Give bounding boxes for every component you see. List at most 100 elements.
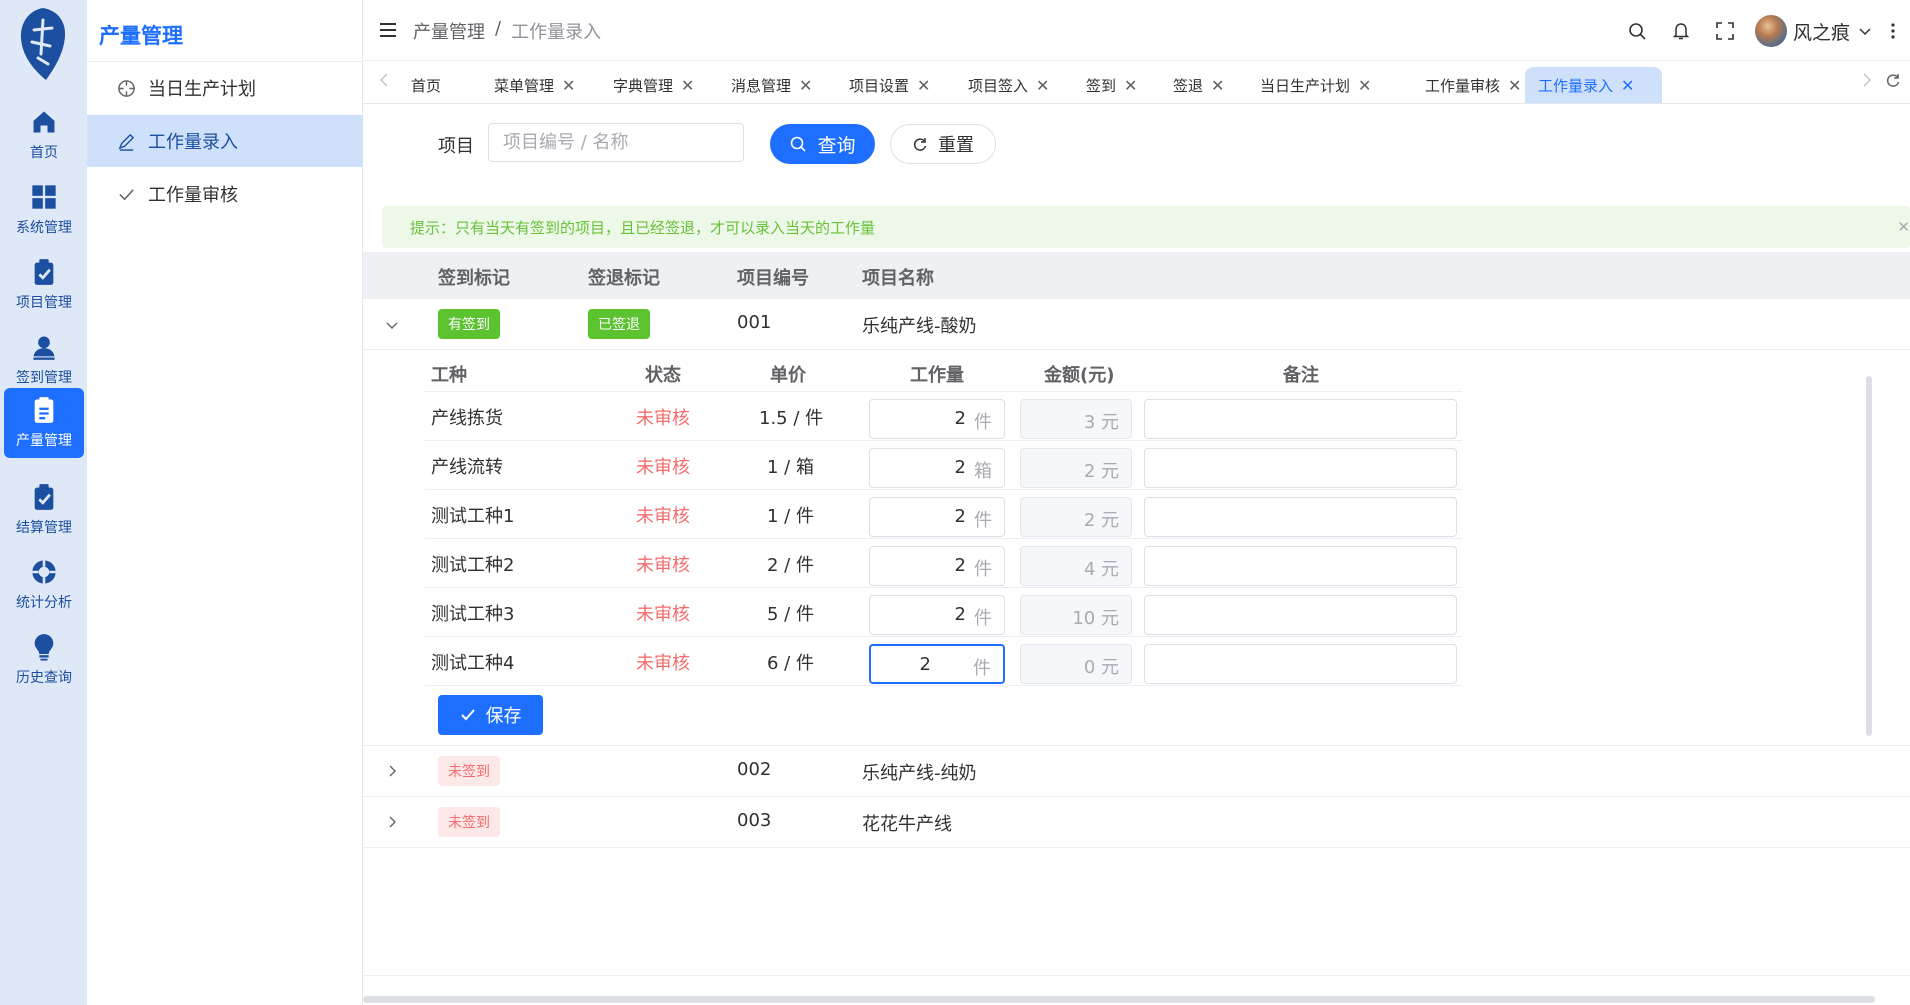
checkin-tag: 未签到 — [438, 756, 500, 786]
tab-home[interactable]: 首页 — [398, 67, 454, 103]
remark-input[interactable] — [1144, 644, 1457, 684]
chevron-right-icon[interactable] — [385, 815, 399, 829]
tab-checkin[interactable]: 签到 ✕ — [1073, 67, 1150, 103]
save-button[interactable]: 保存 — [438, 695, 543, 735]
remark-input[interactable] — [1144, 497, 1457, 537]
rail-item-label: 产量管理 — [16, 433, 72, 449]
rail-item-settlement[interactable]: 结算管理 — [4, 475, 84, 545]
detail-row: 产线拣货 未审核 1.5 / 件 2件 3 元 — [425, 392, 1462, 441]
workload-input[interactable]: 2件 — [869, 644, 1005, 684]
chevron-down-icon[interactable] — [1858, 24, 1872, 38]
tab-workload-review[interactable]: 工作量审核 ✕ — [1412, 67, 1534, 103]
close-icon[interactable]: ✕ — [1124, 76, 1137, 95]
rail-item-label: 系统管理 — [16, 220, 72, 236]
close-icon[interactable]: ✕ — [562, 76, 575, 95]
workload-input[interactable]: 2件 — [869, 497, 1005, 537]
rail-item-label: 结算管理 — [16, 520, 72, 536]
close-icon[interactable]: ✕ — [681, 76, 694, 95]
table-row[interactable]: 有签到 已签退 001 乐纯产线-酸奶 — [363, 299, 1910, 350]
close-icon[interactable]: ✕ — [1621, 76, 1634, 95]
tab-daily-plan[interactable]: 当日生产计划 ✕ — [1247, 67, 1384, 103]
table-row[interactable]: 未签到 002 乐纯产线-纯奶 — [363, 746, 1910, 797]
username[interactable]: 风之痕 — [1793, 18, 1850, 45]
table-row[interactable]: 未签到 003 花花牛产线 — [363, 797, 1910, 848]
scrollbar[interactable] — [1866, 376, 1872, 736]
workload-input[interactable]: 2件 — [869, 546, 1005, 586]
tab-label: 字典管理 — [613, 76, 674, 95]
chevron-right-icon[interactable] — [1860, 72, 1874, 88]
rail-item-checkin[interactable]: 签到管理 — [4, 325, 84, 395]
rail-item-analytics[interactable]: 统计分析 — [4, 550, 84, 620]
submenu-item-daily-plan[interactable]: 当日生产计划 — [87, 62, 363, 114]
work-type: 测试工种3 — [431, 604, 515, 625]
close-icon[interactable]: ✕ — [1036, 76, 1049, 95]
chevron-left-icon[interactable] — [377, 72, 391, 88]
remark-input[interactable] — [1144, 399, 1457, 439]
workload-input[interactable]: 2件 — [869, 595, 1005, 635]
workload-value: 2 — [954, 555, 966, 576]
workload-value: 2 — [919, 654, 931, 675]
chevron-down-icon[interactable] — [385, 318, 399, 332]
tab-label: 当日生产计划 — [1260, 76, 1351, 95]
tab-project-checkin[interactable]: 项目签入 ✕ — [955, 67, 1062, 103]
project-code: 003 — [737, 810, 772, 831]
workload-input[interactable]: 2件 — [869, 399, 1005, 439]
close-icon[interactable]: ✕ — [1211, 76, 1224, 95]
close-icon[interactable]: ✕ — [799, 76, 812, 95]
tab-checkout[interactable]: 签退 ✕ — [1160, 67, 1237, 103]
search-icon — [791, 136, 807, 152]
remark-input[interactable] — [1144, 595, 1457, 635]
unit-price: 1 / 件 — [767, 506, 814, 527]
work-type: 测试工种4 — [431, 653, 515, 674]
close-icon[interactable]: ✕ — [1897, 218, 1910, 236]
breadcrumb-item[interactable]: 产量管理 — [413, 18, 485, 44]
workload-unit: 件 — [974, 412, 992, 433]
reset-button[interactable]: 重置 — [890, 124, 996, 164]
bell-icon[interactable] — [1671, 21, 1691, 41]
remark-input[interactable] — [1144, 546, 1457, 586]
project-filter-label: 项目 — [438, 136, 474, 157]
close-icon[interactable]: ✕ — [917, 76, 930, 95]
fullscreen-icon[interactable] — [1715, 21, 1735, 41]
column-header: 项目编号 — [737, 268, 809, 289]
column-header: 备注 — [1283, 365, 1319, 386]
work-type: 测试工种1 — [431, 506, 515, 527]
rail-item-system[interactable]: 系统管理 — [4, 175, 84, 245]
column-header: 单价 — [770, 365, 806, 386]
submenu-item-workload-entry[interactable]: 工作量录入 — [87, 115, 363, 167]
search-icon[interactable] — [1627, 21, 1647, 41]
work-type: 测试工种2 — [431, 555, 515, 576]
project-search-input[interactable] — [488, 123, 744, 162]
hamburger-icon[interactable] — [379, 21, 397, 39]
avatar[interactable] — [1754, 15, 1787, 47]
tab-project-settings[interactable]: 项目设置 ✕ — [836, 67, 943, 103]
refresh-icon[interactable] — [1885, 72, 1901, 88]
remark-input[interactable] — [1144, 448, 1457, 488]
detail-row: 产线流转 未审核 1 / 箱 2箱 2 元 — [425, 441, 1462, 490]
tab-workload-entry[interactable]: 工作量录入 ✕ — [1525, 67, 1662, 103]
tab-message[interactable]: 消息管理 ✕ — [718, 67, 825, 103]
user-icon — [33, 336, 55, 360]
tab-dictionary[interactable]: 字典管理 ✕ — [600, 67, 707, 103]
tab-menu[interactable]: 菜单管理 ✕ — [481, 67, 588, 103]
info-alert: 提示：只有当天有签到的项目，且已经签退，才可以录入当天的工作量 ✕ — [382, 206, 1910, 248]
column-header: 签到标记 — [438, 268, 510, 289]
more-vertical-icon[interactable] — [1890, 21, 1896, 41]
submenu-item-workload-review[interactable]: 工作量审核 — [87, 168, 363, 220]
rail-item-project[interactable]: 项目管理 — [4, 250, 84, 320]
breadcrumb-current: 工作量录入 — [511, 22, 602, 43]
close-icon[interactable]: ✕ — [1358, 76, 1371, 95]
breadcrumb-separator: / — [495, 18, 502, 39]
rail-item-output[interactable]: 产量管理 — [4, 388, 84, 458]
workload-input[interactable]: 2箱 — [869, 448, 1005, 488]
unit-price: 6 / 件 — [767, 653, 814, 674]
rail-item-history[interactable]: 历史查询 — [4, 625, 84, 695]
query-button[interactable]: 查询 — [770, 124, 875, 164]
work-type: 产线流转 — [431, 457, 503, 478]
chevron-right-icon[interactable] — [385, 764, 399, 778]
rail-item-home[interactable]: 首页 — [4, 100, 84, 170]
horizontal-scrollbar[interactable] — [363, 996, 1875, 1003]
rail-item-label: 签到管理 — [16, 370, 72, 386]
column-header: 金额(元) — [1044, 365, 1115, 386]
close-icon[interactable]: ✕ — [1508, 76, 1521, 95]
